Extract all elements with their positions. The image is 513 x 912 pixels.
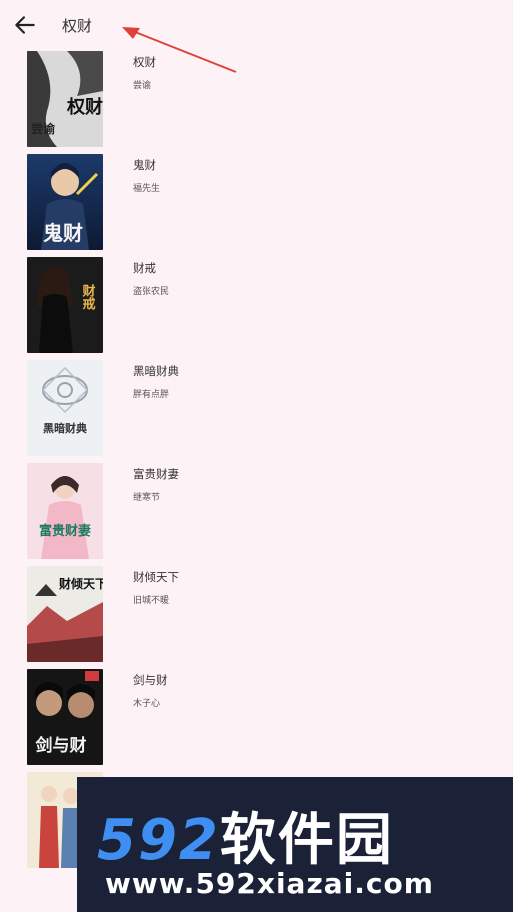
svg-text:尝谕: 尝谕 [31, 121, 56, 136]
book-title: 权财 [133, 55, 156, 69]
book-author: 胖有点胖 [133, 390, 170, 400]
list-item[interactable]: 黑暗财典 黑暗财典 胖有点胖 [0, 357, 513, 460]
book-cover: 富贵财妻 [27, 463, 103, 559]
svg-text:富贵财妻: 富贵财妻 [39, 523, 91, 539]
book-author: 木子心 [133, 699, 161, 709]
book-cover: 鬼财 [27, 154, 103, 250]
list-item[interactable]: 富贵财妻 富贵财妻 继寒节 [0, 460, 513, 563]
book-author: 尝谕 [133, 81, 152, 91]
svg-text:权财: 权财 [66, 96, 103, 118]
svg-text:黑暗财典: 黑暗财典 [43, 421, 87, 435]
list-item[interactable]: 鬼财 鬼财 福先生 [0, 151, 513, 254]
list-item[interactable]: 权财 尝谕 权财 尝谕 [0, 48, 513, 151]
list-item[interactable]: 财倾天下 财倾天下 旧城不暖 [0, 563, 513, 666]
list-item[interactable]: 剑与财 剑与财 木子心 [0, 666, 513, 769]
book-title: 剑与财 [133, 673, 168, 687]
app-bar: 权财 [0, 0, 513, 73]
book-cover: 权财 尝谕 [27, 51, 103, 147]
book-title: 财戒 [133, 261, 156, 275]
watermark-url: www.592xiazai.com [105, 867, 434, 900]
watermark-logo: 592软件园 [97, 808, 394, 873]
book-cover: 黑暗财典 [27, 360, 103, 456]
book-title: 富贵财妻 [133, 467, 179, 481]
book-list: 权财 尝谕 权财 尝谕 鬼财 鬼财 福先生 财戒 财戒 盗张农民 黑暗财典 黑暗… [0, 48, 513, 872]
book-author: 福先生 [133, 184, 161, 194]
list-item[interactable]: 财戒 财戒 盗张农民 [0, 254, 513, 357]
book-cover: 财倾天下 [27, 566, 103, 662]
book-title: 财倾天下 [133, 570, 179, 584]
book-author: 继寒节 [133, 493, 161, 503]
svg-text:财倾天下: 财倾天下 [58, 576, 103, 591]
book-author: 旧城不暖 [133, 596, 170, 606]
book-title: 鬼财 [133, 158, 156, 172]
book-cover: 财戒 [27, 257, 103, 353]
page-title: 权财 [62, 17, 93, 35]
book-author: 盗张农民 [133, 287, 170, 297]
svg-text:鬼财: 鬼财 [43, 221, 83, 245]
book-cover: 剑与财 [27, 669, 103, 765]
svg-text:剑与财: 剑与财 [35, 735, 87, 756]
back-arrow-icon[interactable] [12, 12, 38, 38]
book-title: 黑暗财典 [133, 364, 179, 378]
watermark-banner: 592软件园 www.592xiazai.com [77, 777, 513, 912]
svg-text:财戒: 财戒 [80, 283, 96, 311]
